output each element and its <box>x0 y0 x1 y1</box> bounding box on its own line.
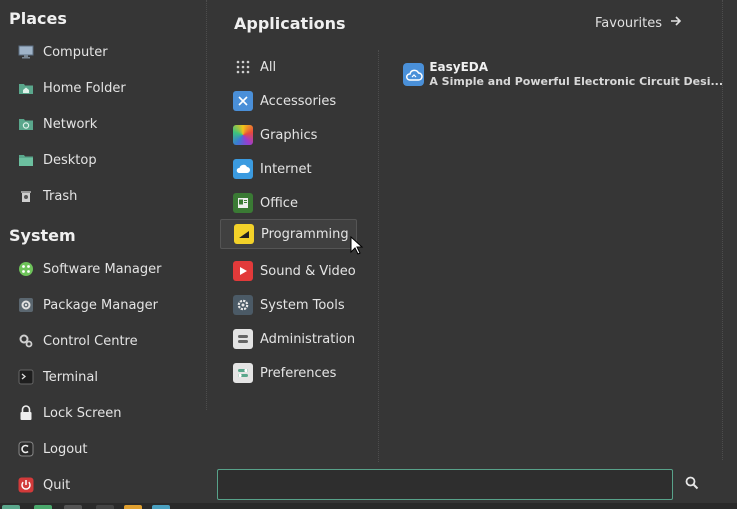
accessories-icon <box>233 91 253 111</box>
app-easyeda[interactable]: EasyEDA A Simple and Powerful Electronic… <box>403 60 723 88</box>
taskbar-app-icon[interactable] <box>152 505 170 509</box>
category-sound-video-label: Sound & Video <box>260 263 356 279</box>
places-heading: Places <box>9 9 67 28</box>
place-home-folder[interactable]: Home Folder <box>9 75 199 101</box>
easyeda-icon <box>403 63 425 86</box>
category-all-label: All <box>260 59 277 75</box>
system-lock-screen[interactable]: Lock Screen <box>9 400 199 426</box>
favourites-button[interactable]: Favourites <box>595 15 682 31</box>
taskbar-menu-icon[interactable] <box>2 505 20 509</box>
category-administration[interactable]: Administration <box>220 324 357 354</box>
administration-icon <box>233 329 253 349</box>
cloud-icon <box>233 159 253 179</box>
package-manager-label: Package Manager <box>43 297 159 313</box>
search-icon <box>685 475 699 494</box>
place-desktop-label: Desktop <box>43 152 97 168</box>
place-desktop[interactable]: Desktop <box>9 147 199 173</box>
search-input[interactable] <box>217 469 673 500</box>
place-network[interactable]: Network <box>9 111 199 137</box>
system-quit[interactable]: Quit <box>9 472 199 498</box>
preferences-icon <box>233 363 253 383</box>
place-trash-label: Trash <box>43 188 78 204</box>
category-system-tools-label: System Tools <box>260 297 345 313</box>
taskbar-app-icon[interactable] <box>34 505 52 509</box>
software-manager-label: Software Manager <box>43 261 162 277</box>
software-manager-icon <box>15 260 37 278</box>
network-icon <box>15 115 37 133</box>
applications-heading: Applications <box>234 14 346 33</box>
category-programming[interactable]: Programming <box>220 219 357 249</box>
logout-icon <box>15 440 37 458</box>
grid-icon <box>233 57 253 77</box>
home-folder-icon <box>15 79 37 97</box>
favourites-label: Favourites <box>595 15 662 31</box>
control-centre-label: Control Centre <box>43 333 138 349</box>
place-computer-label: Computer <box>43 44 108 60</box>
category-system-tools[interactable]: System Tools <box>220 290 357 320</box>
system-package-manager[interactable]: Package Manager <box>9 292 199 318</box>
category-graphics-label: Graphics <box>260 127 318 143</box>
system-logout[interactable]: Logout <box>9 436 199 462</box>
place-home-folder-label: Home Folder <box>43 80 126 96</box>
terminal-icon <box>15 368 37 386</box>
category-internet[interactable]: Internet <box>220 154 357 184</box>
category-office[interactable]: Office <box>220 188 357 218</box>
category-all[interactable]: All <box>220 52 357 82</box>
app-description: A Simple and Powerful Electronic Circuit… <box>429 75 723 88</box>
office-icon <box>233 193 253 213</box>
mouse-cursor-icon <box>350 236 364 255</box>
lock-icon <box>15 404 37 422</box>
category-office-label: Office <box>260 195 298 211</box>
taskbar-app-icon[interactable] <box>64 505 82 509</box>
system-tools-icon <box>233 295 253 315</box>
category-administration-label: Administration <box>260 331 356 347</box>
power-icon <box>15 476 37 494</box>
quit-label: Quit <box>43 477 71 493</box>
system-control-centre[interactable]: Control Centre <box>9 328 199 354</box>
computer-icon <box>15 43 37 61</box>
play-icon <box>233 261 253 281</box>
search-button[interactable] <box>680 472 704 496</box>
arrow-right-icon <box>670 15 682 31</box>
pane-divider-left <box>206 0 207 410</box>
app-name: EasyEDA <box>429 60 489 74</box>
category-accessories[interactable]: Accessories <box>220 86 357 116</box>
place-trash[interactable]: Trash <box>9 183 199 209</box>
programming-icon <box>234 224 254 244</box>
place-computer[interactable]: Computer <box>9 39 199 65</box>
category-graphics[interactable]: Graphics <box>220 120 357 150</box>
logout-label: Logout <box>43 441 88 457</box>
system-heading: System <box>9 226 76 245</box>
category-programming-label: Programming <box>261 226 349 242</box>
category-preferences-label: Preferences <box>260 365 337 381</box>
graphics-icon <box>233 125 253 145</box>
category-preferences[interactable]: Preferences <box>220 358 357 388</box>
pane-divider-middle <box>378 50 379 462</box>
control-centre-icon <box>15 332 37 350</box>
category-sound-video[interactable]: Sound & Video <box>220 256 357 286</box>
system-software-manager[interactable]: Software Manager <box>9 256 199 282</box>
trash-icon <box>15 187 37 205</box>
taskbar-app-icon[interactable] <box>124 505 142 509</box>
taskbar-app-icon[interactable] <box>96 505 114 509</box>
category-accessories-label: Accessories <box>260 93 337 109</box>
terminal-label: Terminal <box>43 369 98 385</box>
lock-screen-label: Lock Screen <box>43 405 122 421</box>
app-easyeda-text: EasyEDA A Simple and Powerful Electronic… <box>429 60 723 89</box>
package-manager-icon <box>15 296 37 314</box>
category-internet-label: Internet <box>260 161 312 177</box>
desktop-icon <box>15 151 37 169</box>
system-terminal[interactable]: Terminal <box>9 364 199 390</box>
place-network-label: Network <box>43 116 98 132</box>
